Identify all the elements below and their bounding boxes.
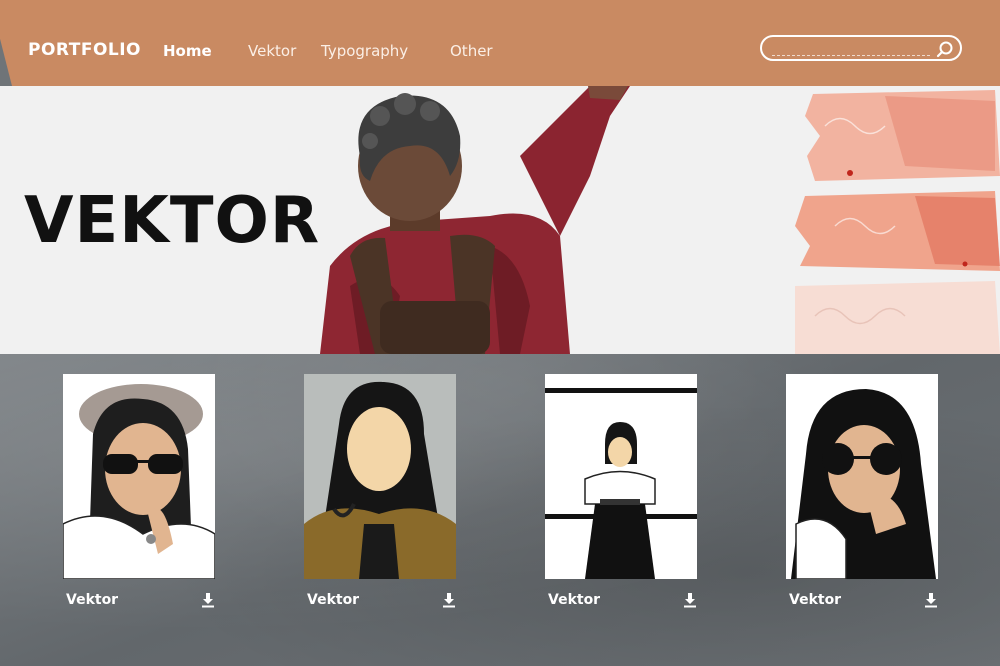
vector-gallery: Vektor Vektor Vektor Vektor xyxy=(0,354,1000,666)
card-thumbnail[interactable] xyxy=(786,374,938,579)
nav-typography[interactable]: Typography xyxy=(321,42,408,60)
top-navbar: PORTFOLIO Home Vektor Typography Other xyxy=(0,0,1000,86)
download-icon[interactable] xyxy=(201,592,215,608)
nav-home[interactable]: Home xyxy=(163,42,212,60)
card-footer: Vektor xyxy=(786,590,938,612)
gallery-card: Vektor xyxy=(545,374,697,612)
gallery-card: Vektor xyxy=(786,374,938,612)
hero-title: VEKTOR xyxy=(24,184,321,258)
card-footer: Vektor xyxy=(545,590,697,612)
card-caption: Vektor xyxy=(307,592,360,608)
card-caption: Vektor xyxy=(548,592,601,608)
card-footer: Vektor xyxy=(63,590,215,612)
download-icon[interactable] xyxy=(442,592,456,608)
search-icon[interactable] xyxy=(936,40,954,58)
download-icon[interactable] xyxy=(683,592,697,608)
hero-banner: VEKTOR xyxy=(0,86,1000,354)
card-footer: Vektor xyxy=(304,590,456,612)
decorative-brush-texture xyxy=(795,90,1000,354)
card-caption: Vektor xyxy=(66,592,119,608)
search-underline xyxy=(772,55,930,56)
nav-vektor[interactable]: Vektor xyxy=(248,42,296,60)
brand-logo[interactable]: PORTFOLIO xyxy=(28,40,141,60)
hero-illustration xyxy=(320,86,630,354)
search-box xyxy=(760,35,962,61)
card-caption: Vektor xyxy=(789,592,842,608)
card-thumbnail[interactable] xyxy=(63,374,215,579)
card-thumbnail[interactable] xyxy=(304,374,456,579)
gallery-card: Vektor xyxy=(304,374,456,612)
card-thumbnail[interactable] xyxy=(545,374,697,579)
nav-other[interactable]: Other xyxy=(450,42,493,60)
download-icon[interactable] xyxy=(924,592,938,608)
gallery-card: Vektor xyxy=(63,374,215,612)
